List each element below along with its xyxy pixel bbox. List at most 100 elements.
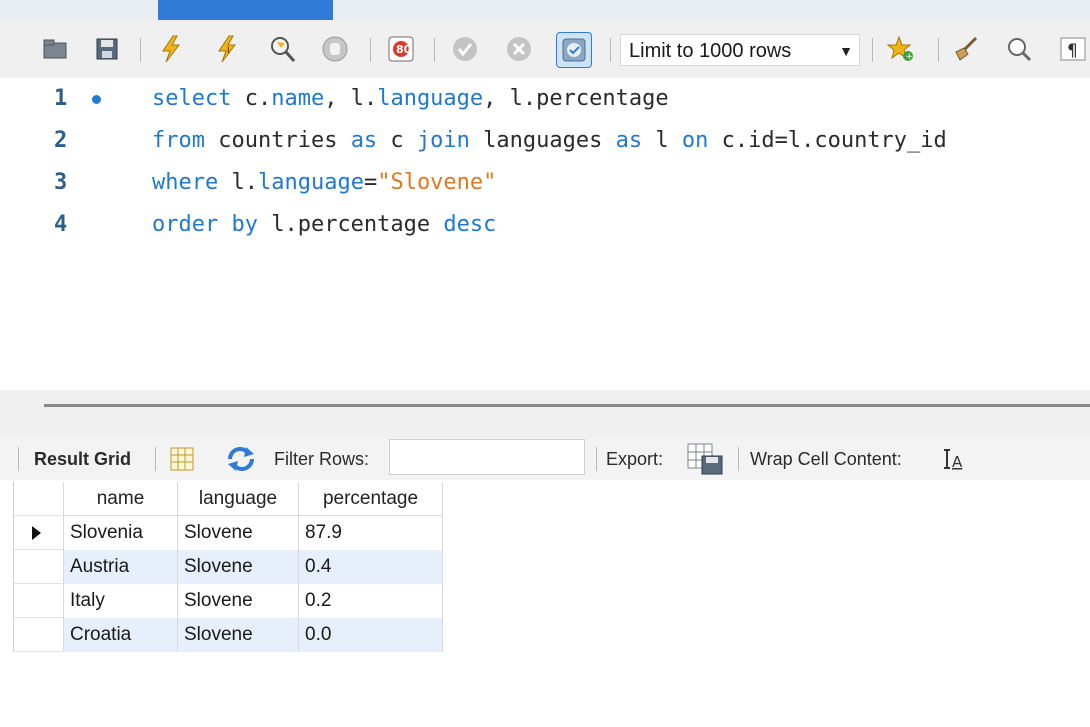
svg-text:+: + <box>906 52 914 62</box>
sql-text: l. <box>218 170 258 195</box>
sql-string: "Slovene" <box>377 170 497 195</box>
explain-icon[interactable] <box>265 32 299 66</box>
refresh-icon[interactable] <box>224 438 258 480</box>
grid-cell[interactable]: 87.9 <box>299 516 443 550</box>
svg-text:80: 80 <box>396 43 412 56</box>
sql-keyword: where <box>152 170 219 195</box>
sql-text: languages <box>469 128 616 153</box>
sql-text: c.id=l.country_id <box>708 128 947 153</box>
grid-cell[interactable]: Slovene <box>178 584 299 618</box>
wrap-cell-icon[interactable]: A <box>940 438 968 480</box>
svg-text:A: A <box>952 453 963 471</box>
column-header-percentage[interactable]: percentage <box>299 482 443 516</box>
grid-cell[interactable]: Italy <box>64 584 178 618</box>
find-icon[interactable] <box>1002 32 1036 66</box>
chevron-down-icon: ▼ <box>839 43 853 59</box>
splitter-handle[interactable] <box>44 404 1090 407</box>
open-folder-icon[interactable] <box>38 32 72 66</box>
line-number: 3 <box>54 170 68 195</box>
sql-code: where l.language="Slovene" <box>152 164 496 202</box>
row-selector[interactable] <box>14 516 64 550</box>
row-selector[interactable] <box>14 618 64 652</box>
sql-editor[interactable]: 1 select c.name, l.language, l.percentage… <box>0 78 1090 390</box>
grid-cell[interactable]: 0.0 <box>299 618 443 652</box>
filter-rows-label: Filter Rows: <box>274 449 370 469</box>
editor-line[interactable]: 2 from countries as c join languages as l… <box>0 122 1090 160</box>
svg-text:I: I <box>227 46 230 56</box>
column-header-name[interactable]: name <box>64 482 178 516</box>
sql-keyword: order by <box>152 212 258 237</box>
editor-line[interactable]: 4 order by l.percentage desc <box>0 206 1090 244</box>
sql-text: , l.percentage <box>483 86 669 111</box>
form-editor-icon[interactable] <box>168 438 196 480</box>
grid-cell[interactable]: Austria <box>64 550 178 584</box>
execute-icon[interactable] <box>154 32 188 66</box>
result-grid-tab[interactable]: Result Grid <box>34 438 131 480</box>
toggle-error-icon[interactable]: 80 <box>384 32 418 66</box>
grid-cell[interactable]: Slovene <box>178 516 299 550</box>
sql-keyword: desc <box>443 212 497 237</box>
limit-rows-select[interactable]: Limit to 1000 rows ▼ <box>620 34 860 66</box>
execute-current-icon[interactable]: I <box>210 32 244 66</box>
line-number: 4 <box>54 212 68 237</box>
statement-marker-icon <box>92 95 101 104</box>
table-row[interactable]: Austria Slovene 0.4 <box>14 550 443 584</box>
grid-cell[interactable]: Croatia <box>64 618 178 652</box>
svg-text:¶: ¶ <box>1067 41 1078 61</box>
invisible-chars-icon[interactable]: ¶ <box>1056 32 1090 66</box>
editor-toolbar: I 80 Limit to 1000 rows ▼ + ¶ <box>0 20 1090 78</box>
wrap-cell-label: Wrap Cell Content: <box>750 449 902 469</box>
save-icon[interactable] <box>90 32 124 66</box>
table-row[interactable]: Slovenia Slovene 87.9 <box>14 516 443 550</box>
sql-keyword: language <box>377 86 484 111</box>
column-header-language[interactable]: language <box>178 482 299 516</box>
results-toolbar: Result Grid Filter Rows: Export: Wrap Ce… <box>0 438 1090 480</box>
beautify-icon[interactable] <box>950 32 984 66</box>
title-strip <box>0 0 1090 21</box>
filter-rows-input[interactable] <box>389 439 585 475</box>
grid-corner[interactable] <box>14 482 64 516</box>
sql-keyword: on <box>681 128 709 153</box>
sql-keyword: as <box>615 128 643 153</box>
sql-code: from countries as c join languages as l … <box>152 122 947 160</box>
editor-line[interactable]: 1 select c.name, l.language, l.percentage <box>0 80 1090 118</box>
sql-text: c. <box>231 86 272 111</box>
sql-text: = <box>363 170 378 195</box>
sql-keyword: from <box>152 128 205 153</box>
stop-icon[interactable] <box>318 32 352 66</box>
sql-text: countries <box>204 128 351 153</box>
row-selector[interactable] <box>14 584 64 618</box>
line-number: 2 <box>54 128 68 153</box>
rollback-icon[interactable] <box>502 32 536 66</box>
commit-icon[interactable] <box>448 32 482 66</box>
editor-line[interactable]: 3 where l.language="Slovene" <box>0 164 1090 202</box>
sql-code: select c.name, l.language, l.percentage <box>152 80 669 118</box>
export-icon[interactable] <box>686 438 726 480</box>
grid-cell[interactable]: 0.2 <box>299 584 443 618</box>
row-selector[interactable] <box>14 550 64 584</box>
table-row[interactable]: Croatia Slovene 0.0 <box>14 618 443 652</box>
autocommit-icon[interactable] <box>556 32 592 68</box>
grid-cell[interactable]: Slovenia <box>64 516 178 550</box>
grid-cell[interactable]: Slovene <box>178 550 299 584</box>
grid-header: name language percentage <box>14 482 443 516</box>
sql-text: l <box>642 128 682 153</box>
sql-code: order by l.percentage desc <box>152 206 496 244</box>
bookmark-star-icon[interactable]: + <box>884 32 918 66</box>
sql-keyword: name <box>271 86 325 111</box>
table-row[interactable]: Italy Slovene 0.2 <box>14 584 443 618</box>
grid-cell[interactable]: Slovene <box>178 618 299 652</box>
grid-cell[interactable]: 0.4 <box>299 550 443 584</box>
panel-splitter[interactable] <box>0 390 1090 438</box>
sql-keyword: language <box>257 170 364 195</box>
limit-rows-label: Limit to 1000 rows <box>629 40 792 62</box>
sql-keyword: as <box>350 128 378 153</box>
sql-text: l.percentage <box>257 212 444 237</box>
active-query-tab[interactable] <box>158 0 333 20</box>
sql-text: , l. <box>324 86 378 111</box>
export-label: Export: <box>606 449 664 469</box>
sql-text: c <box>377 128 417 153</box>
row-pointer-icon <box>32 525 41 540</box>
result-grid[interactable]: name language percentage Slovenia Slovene 87.… <box>13 482 443 652</box>
sql-keyword: join <box>416 128 470 153</box>
